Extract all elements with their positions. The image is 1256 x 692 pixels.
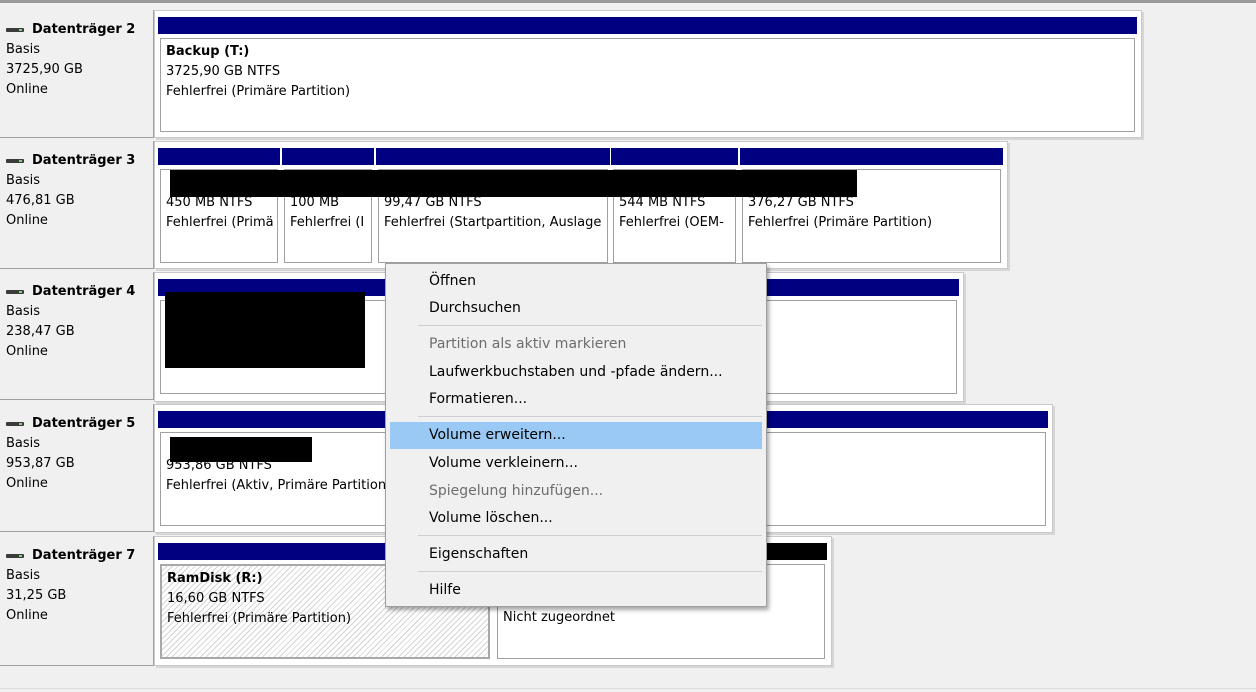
redaction-bar [170,170,857,197]
disk-status: Online [6,82,48,97]
menu-item-properties[interactable]: Eigenschaften [390,541,762,568]
disk-type: Basis [6,304,41,319]
disk-name-text: Datenträger 7 [32,548,136,563]
disk-name-text: Datenträger 2 [32,22,136,37]
redaction-bar [170,437,312,462]
menu-separator [418,416,762,417]
disk-size: 238,47 GB [6,324,75,339]
volume-3-5[interactable]: 376,27 GB NTFS Fehlerfrei (Primäre Parti… [740,148,1003,265]
disk-name-text: Datenträger 5 [32,416,136,431]
volume-3-3[interactable]: 99,47 GB NTFS Fehlerfrei (Startpartition… [376,148,610,265]
volume-header [611,148,738,165]
volume-title: Backup (T:) [166,44,250,59]
menu-separator [418,535,762,536]
volume-status: Fehlerfrei (Primä [166,215,274,230]
context-menu: Öffnen Durchsuchen Partition als aktiv m… [385,263,767,607]
disk-size: 3725,90 GB [6,62,83,77]
volume-size: 3725,90 GB NTFS [166,64,281,79]
volume-header [282,148,374,165]
disk-name-5: Datenträger 5 [6,414,153,434]
disk-name-4: Datenträger 4 [6,282,153,302]
volume-status: Fehlerfrei (Primäre Partition) [167,611,352,626]
volume-status: Fehlerfrei (OEM- [619,215,724,230]
volume-header [158,17,1137,34]
disk-label-7[interactable]: Datenträger 7 Basis 31,25 GB Online [0,536,154,666]
disk-size: 31,25 GB [6,588,67,603]
disk-label-3[interactable]: Datenträger 3 Basis 476,81 GB Online [0,141,154,269]
disk-label-4[interactable]: Datenträger 4 Basis 238,47 GB Online [0,272,154,400]
menu-item-mark-active[interactable]: Partition als aktiv markieren [390,331,762,358]
disk-status: Online [6,476,48,491]
disk-size: 953,87 GB [6,456,75,471]
menu-item-format[interactable]: Formatieren... [390,386,762,413]
disk-label-5[interactable]: Datenträger 5 Basis 953,87 GB Online [0,404,154,532]
volume-header [740,148,1003,165]
disk-drive-icon [6,421,24,427]
disk-area-3: 450 MB NTFS Fehlerfrei (Primä 100 MB Feh… [154,141,1008,269]
disk-name-7: Datenträger 7 [6,546,153,566]
menu-item-change-drive-letter[interactable]: Laufwerkbuchstaben und -pfade ändern... [390,359,762,386]
disk-drive-icon [6,289,24,295]
redaction-block [165,292,365,368]
bottom-divider [0,688,1256,689]
disk-status: Online [6,344,48,359]
volume-status: Fehlerfrei (Primäre Partition) [748,215,933,230]
menu-item-help[interactable]: Hilfe [390,577,762,604]
disk-drive-icon [6,553,24,559]
menu-separator [418,325,762,326]
disk-type: Basis [6,436,41,451]
volume-backup[interactable]: Backup (T:) 3725,90 GB NTFS Fehlerfrei (… [158,17,1137,134]
menu-item-shrink-volume[interactable]: Volume verkleinern... [390,450,762,477]
top-divider [0,0,1256,3]
volume-3-1[interactable]: 450 MB NTFS Fehlerfrei (Primä [158,148,280,265]
disk-name-text: Datenträger 4 [32,284,136,299]
disk-drive-icon [6,27,24,33]
disk-size: 476,81 GB [6,193,75,208]
volume-header [158,148,280,165]
disk-name-3: Datenträger 3 [6,151,153,171]
disk-status: Online [6,608,48,623]
volume-header [376,148,610,165]
volume-status: Fehlerfrei (Startpartition, Auslage [384,215,602,230]
menu-item-browse[interactable]: Durchsuchen [390,295,762,322]
disk-status: Online [6,213,48,228]
volume-3-4[interactable]: 544 MB NTFS Fehlerfrei (OEM- [611,148,738,265]
volume-body[interactable]: Backup (T:) 3725,90 GB NTFS Fehlerfrei (… [160,38,1135,132]
disk-name-2: Datenträger 2 [6,20,153,40]
volume-status: Nicht zugeordnet [503,610,615,625]
menu-item-extend-volume[interactable]: Volume erweitern... [390,422,762,449]
volume-3-2[interactable]: 100 MB Fehlerfrei (I [282,148,374,265]
disk-type: Basis [6,568,41,583]
disk-area-2: Backup (T:) 3725,90 GB NTFS Fehlerfrei (… [154,10,1142,138]
menu-separator [418,571,762,572]
menu-item-add-mirror[interactable]: Spiegelung hinzufügen... [390,478,762,505]
disk-label-2[interactable]: Datenträger 2 Basis 3725,90 GB Online [0,10,154,138]
disk-drive-icon [6,158,24,164]
disk-type: Basis [6,173,41,188]
volume-status: Fehlerfrei (Primäre Partition) [166,84,351,99]
menu-item-delete-volume[interactable]: Volume löschen... [390,505,762,532]
disk-name-text: Datenträger 3 [32,153,136,168]
menu-item-open[interactable]: Öffnen [390,268,762,295]
volume-status: Fehlerfrei (I [290,215,365,230]
disk-type: Basis [6,42,41,57]
